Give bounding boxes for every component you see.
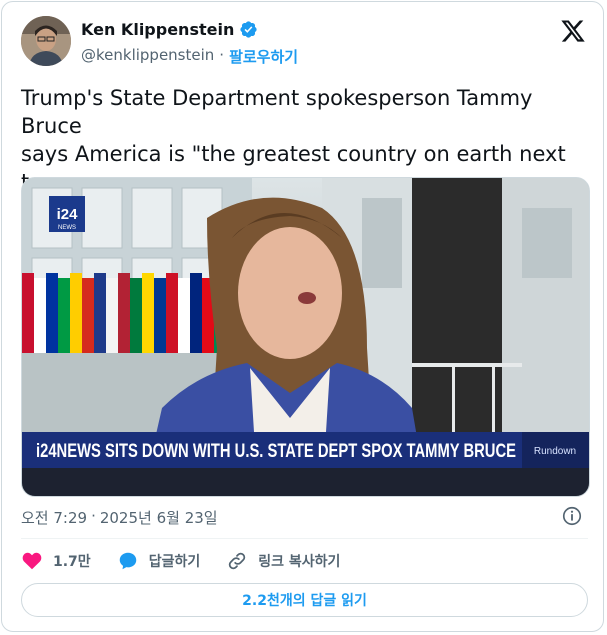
- chyron-text: i24NEWS SITS DOWN WITH U.S. STATE DEPT S…: [36, 441, 516, 462]
- reply-label: 답글하기: [148, 554, 201, 570]
- tweet-time: 오전 7:29: [21, 509, 88, 527]
- timestamp-separator: ·: [91, 507, 96, 525]
- info-icon[interactable]: [561, 505, 583, 527]
- reply-button[interactable]: 답글하기: [117, 550, 201, 572]
- author-handle[interactable]: @kenklippenstein: [81, 46, 214, 67]
- author-name[interactable]: Ken Klippenstein: [81, 20, 234, 39]
- channel-logo-sub: NEWS: [58, 225, 76, 231]
- like-count: 1.7만: [53, 554, 91, 570]
- tweet-card: Ken Klippenstein @kenklippenstein · 팔로우하…: [1, 1, 604, 632]
- divider: [21, 538, 588, 539]
- tweet-timestamp[interactable]: 오전 7:29 · 2025년 6월 23일: [21, 507, 218, 528]
- heart-icon: [22, 552, 42, 570]
- channel-logo-text: i24: [57, 206, 79, 223]
- author-handle-row: @kenklippenstein · 팔로우하기: [81, 46, 298, 67]
- speech-bubble-icon: [119, 552, 136, 570]
- tweet-date: 2025년 6월 23일: [99, 509, 218, 527]
- verified-badge-icon: [240, 21, 257, 38]
- copy-link-button[interactable]: 링크 복사하기: [226, 550, 340, 572]
- author-name-row: Ken Klippenstein: [81, 20, 258, 39]
- program-name: Rundown: [534, 446, 576, 457]
- separator-dot: ·: [219, 46, 225, 64]
- read-replies-button[interactable]: 2.2천개의 답글 읽기: [21, 583, 588, 617]
- x-logo-icon[interactable]: [560, 18, 586, 44]
- avatar[interactable]: [21, 16, 71, 66]
- follow-button[interactable]: 팔로우하기: [229, 46, 298, 67]
- video-thumbnail[interactable]: i24 NEWS i24NEWS SITS DOWN WITH U.S. STA…: [21, 177, 590, 497]
- copy-link-label: 링크 복사하기: [258, 554, 341, 570]
- link-icon: [229, 552, 246, 570]
- action-bar: 1.7만 답글하기 링크 복사하기: [21, 550, 366, 572]
- like-button[interactable]: 1.7만: [21, 550, 91, 572]
